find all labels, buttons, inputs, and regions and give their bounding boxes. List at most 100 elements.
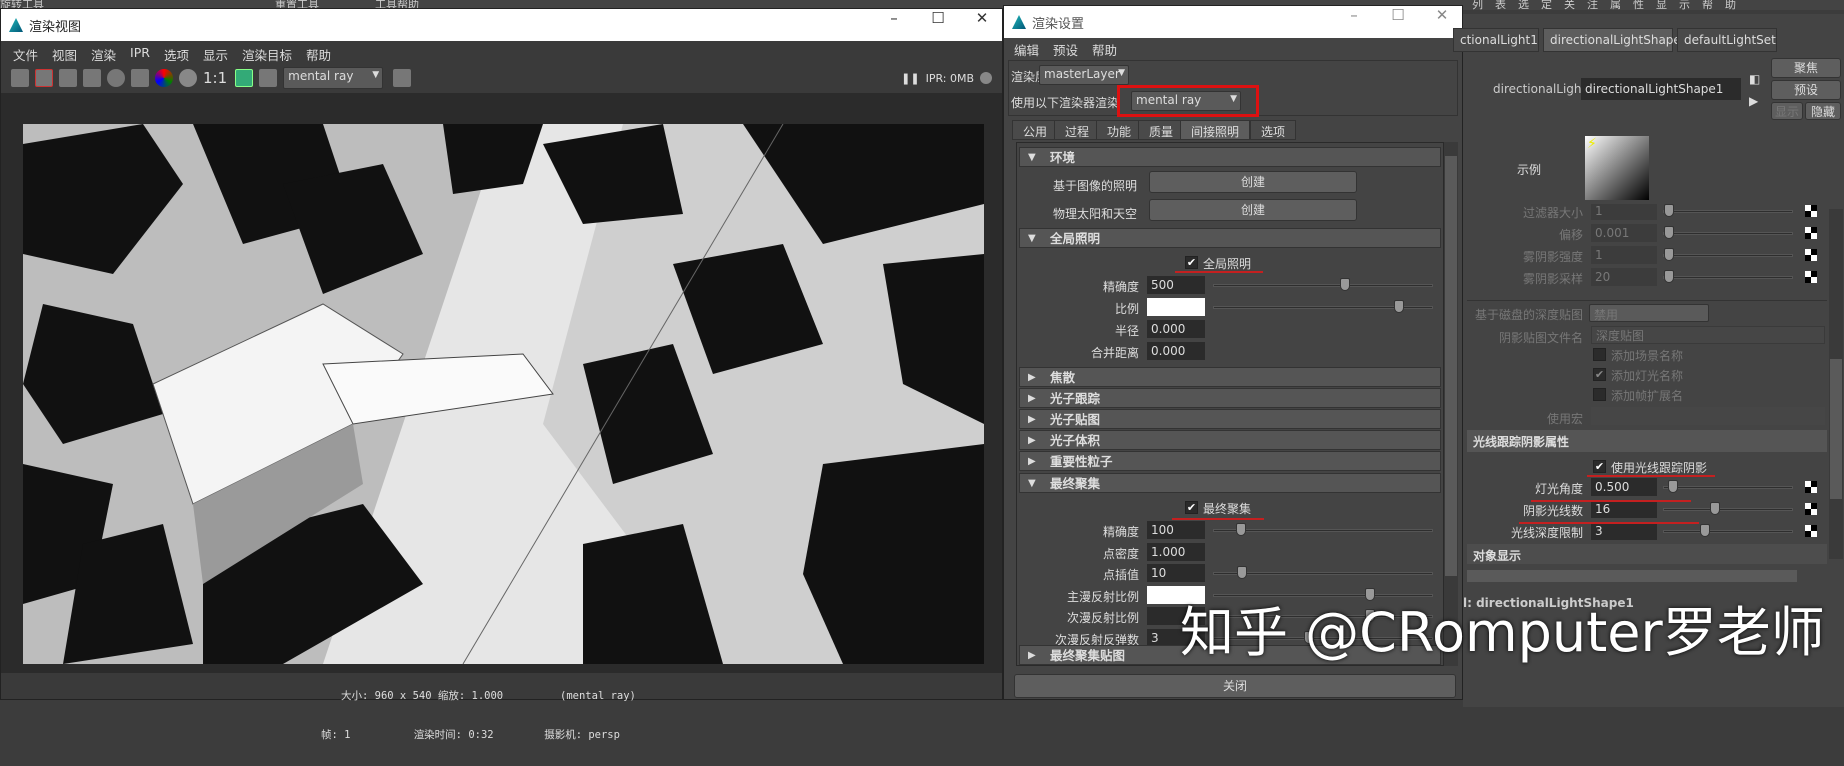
- slider-track[interactable]: [1213, 523, 1433, 536]
- slider-track[interactable]: [1663, 480, 1793, 493]
- section-header[interactable]: ▼ 环境: [1019, 147, 1441, 167]
- close-settings-button[interactable]: 关闭: [1014, 674, 1456, 698]
- close-button[interactable]: ✕: [962, 9, 1002, 27]
- slider-track[interactable]: [1213, 566, 1433, 579]
- create-ibl-button[interactable]: 创建: [1149, 171, 1357, 193]
- section-header[interactable]: ▶ 光子贴图: [1019, 409, 1441, 429]
- slider-track[interactable]: [1663, 204, 1793, 217]
- real-size-button[interactable]: 1:1: [203, 69, 227, 87]
- expanded-triangle-icon[interactable]: ▼: [1028, 474, 1036, 493]
- show-button[interactable]: 显示: [1771, 102, 1803, 120]
- menu-item[interactable]: 预设: [1053, 40, 1078, 59]
- menu-item[interactable]: 编辑: [1014, 40, 1039, 59]
- value-field[interactable]: 100: [1147, 521, 1205, 539]
- macro-field[interactable]: [1591, 407, 1825, 425]
- render-layer-dropdown[interactable]: masterLayer ▼: [1039, 65, 1129, 85]
- slider-handle[interactable]: [1664, 248, 1674, 261]
- refresh-ipr-icon[interactable]: [107, 69, 125, 87]
- tab-0[interactable]: ctionalLight1: [1453, 28, 1539, 52]
- menu-item[interactable]: 视图: [52, 45, 77, 64]
- keep-image-icon[interactable]: [235, 69, 254, 87]
- slider-track[interactable]: [1663, 502, 1793, 515]
- slider-track[interactable]: [1663, 226, 1793, 239]
- attribute-scrollbar[interactable]: [1829, 209, 1843, 559]
- scrollbar-thumb[interactable]: [1445, 156, 1457, 576]
- focus-button[interactable]: 聚焦: [1771, 58, 1841, 78]
- section-header[interactable]: ▼ 最终聚集: [1019, 473, 1441, 493]
- tab-1[interactable]: directionalLightShape1: [1543, 28, 1688, 52]
- shadow-file-field[interactable]: 深度贴图: [1591, 326, 1825, 344]
- minimize-button[interactable]: –: [1334, 6, 1374, 24]
- section-header[interactable]: 对象显示: [1467, 544, 1827, 564]
- remove-image-icon[interactable]: [259, 69, 278, 87]
- render-region-icon[interactable]: [35, 69, 53, 87]
- slider-handle[interactable]: [1340, 278, 1350, 291]
- renderer-dropdown[interactable]: mental ray ▼: [283, 67, 384, 89]
- tab-1[interactable]: 过程: [1054, 120, 1101, 140]
- close-button[interactable]: ✕: [1422, 6, 1462, 24]
- node-name-field[interactable]: directionalLightShape1: [1581, 78, 1741, 100]
- menu-item[interactable]: 帮助: [1702, 0, 1748, 10]
- scrollbar-thumb[interactable]: [1830, 359, 1842, 499]
- raytrace-shadow-checkbox[interactable]: ✔: [1593, 460, 1606, 473]
- collapsed-triangle-icon[interactable]: ▶: [1028, 646, 1036, 665]
- hide-button[interactable]: 隐藏: [1805, 102, 1841, 120]
- value-field[interactable]: 0.000: [1147, 342, 1205, 360]
- section-header[interactable]: ▶ 光子跟踪: [1019, 388, 1441, 408]
- tab-2[interactable]: 功能: [1096, 120, 1143, 140]
- input-connection-icon[interactable]: ◧: [1749, 72, 1760, 86]
- menu-item[interactable]: 文件: [13, 45, 38, 64]
- expanded-triangle-icon[interactable]: ▼: [1028, 229, 1036, 248]
- ipr-render-icon[interactable]: [83, 69, 101, 87]
- map-button-icon[interactable]: [1805, 271, 1817, 283]
- render-settings-icon[interactable]: [131, 69, 149, 87]
- slider-track[interactable]: [1663, 248, 1793, 261]
- option-checkbox[interactable]: ✔: [1593, 368, 1606, 381]
- slider-track[interactable]: [1663, 270, 1793, 283]
- maximize-button[interactable]: ☐: [918, 9, 958, 27]
- tab-2[interactable]: defaultLightSet: [1677, 28, 1777, 52]
- snapshot-icon[interactable]: [59, 69, 77, 87]
- slider-handle[interactable]: [1235, 523, 1246, 536]
- slider-track[interactable]: [1213, 278, 1433, 291]
- tab-3[interactable]: 质量: [1138, 120, 1185, 140]
- menu-item[interactable]: 帮助: [1092, 40, 1117, 59]
- value-field[interactable]: 16: [1591, 500, 1657, 518]
- map-button-icon[interactable]: [1805, 503, 1817, 515]
- slider-handle[interactable]: [1237, 566, 1248, 579]
- slider-handle[interactable]: [1394, 300, 1404, 313]
- section-header[interactable]: ▶ 光子体积: [1019, 430, 1441, 450]
- value-field[interactable]: 1.000: [1147, 542, 1205, 561]
- menu-item[interactable]: 帮助: [306, 45, 331, 64]
- slider-track[interactable]: [1663, 524, 1793, 537]
- rgb-channels-icon[interactable]: [155, 69, 173, 87]
- presets-button[interactable]: 预设: [1771, 80, 1841, 100]
- value-field[interactable]: 0.000: [1147, 320, 1205, 338]
- ipr-pause-icon[interactable]: ❚❚: [901, 72, 919, 85]
- horizontal-scrollbar[interactable]: [1467, 570, 1797, 582]
- disk-depth-dropdown[interactable]: 禁用: [1589, 304, 1709, 322]
- tab-5[interactable]: 选项: [1250, 120, 1297, 140]
- redo-render-icon[interactable]: [11, 69, 29, 87]
- create-sun-sky-button[interactable]: 创建: [1149, 199, 1357, 221]
- slider-track[interactable]: [1213, 300, 1433, 313]
- section-header[interactable]: 光线跟踪阴影属性: [1467, 430, 1827, 452]
- slider-handle[interactable]: [1709, 502, 1720, 515]
- fg-checkbox[interactable]: ✔: [1185, 501, 1198, 514]
- collapsed-triangle-icon[interactable]: ▶: [1028, 452, 1036, 471]
- map-button-icon[interactable]: [1805, 227, 1817, 239]
- tab-4[interactable]: 间接照明: [1180, 120, 1251, 140]
- map-button-icon[interactable]: [1805, 249, 1817, 261]
- slider-handle[interactable]: [1700, 524, 1710, 537]
- expanded-triangle-icon[interactable]: ▼: [1028, 148, 1036, 167]
- menu-item[interactable]: 选定: [1518, 0, 1564, 10]
- section-header[interactable]: ▶ 重要性粒子: [1019, 451, 1441, 471]
- slider-handle[interactable]: [1664, 270, 1674, 283]
- menu-item[interactable]: 选项: [164, 45, 189, 64]
- menu-item[interactable]: 属性: [1610, 0, 1656, 10]
- slider-handle[interactable]: [1664, 226, 1674, 239]
- menu-item[interactable]: 渲染: [91, 45, 116, 64]
- section-header[interactable]: ▼ 全局照明: [1019, 228, 1441, 248]
- collapsed-triangle-icon[interactable]: ▶: [1028, 368, 1036, 387]
- slider-handle[interactable]: [1664, 204, 1674, 217]
